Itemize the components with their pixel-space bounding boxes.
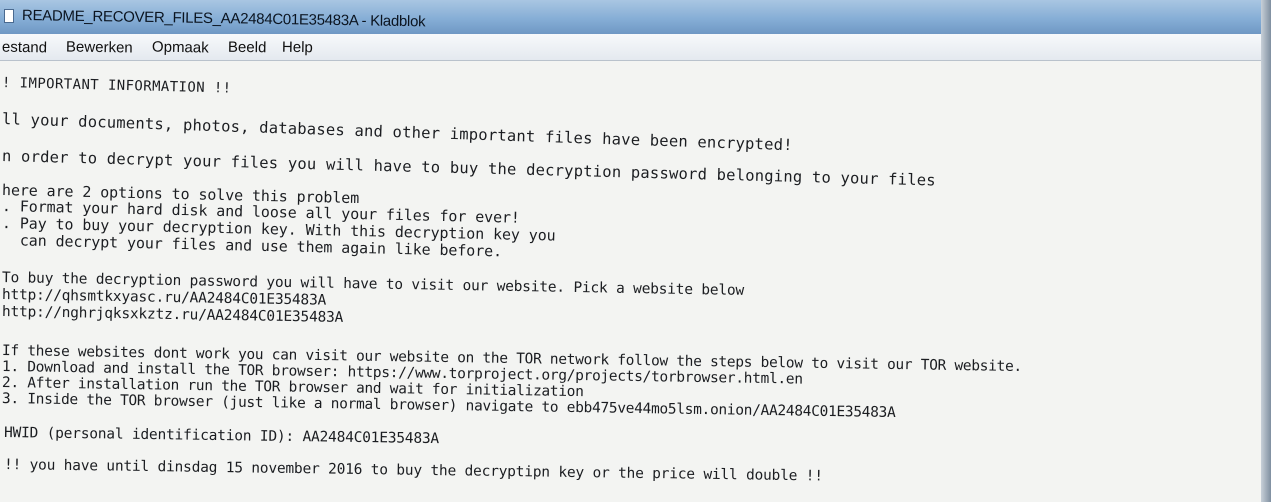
window-border bbox=[1261, 0, 1271, 502]
text-line: !! you have until dinsdag 15 november 20… bbox=[3, 457, 823, 485]
text-line: ! IMPORTANT INFORMATION !! bbox=[1, 75, 232, 97]
text-line: ll your documents, photos, databases and… bbox=[1, 110, 794, 155]
notepad-window: README_RECOVER_FILES_AA2484C01E35483A - … bbox=[0, 0, 1271, 502]
window-title: README_RECOVER_FILES_AA2484C01E35483A - … bbox=[21, 7, 426, 31]
menu-format[interactable]: Opmaak bbox=[152, 39, 209, 57]
menu-edit[interactable]: Bewerken bbox=[66, 38, 133, 56]
menu-view[interactable]: Beeld bbox=[228, 39, 267, 57]
text-line: n order to decrypt your files you will h… bbox=[1, 147, 937, 190]
menu-file[interactable]: estand bbox=[2, 39, 47, 57]
notepad-icon bbox=[4, 9, 14, 23]
text-line: HWID (personal identification ID): AA248… bbox=[3, 425, 440, 448]
menu-help[interactable]: Help bbox=[282, 39, 313, 56]
title-bar[interactable]: README_RECOVER_FILES_AA2484C01E35483A - … bbox=[0, 0, 1271, 35]
text-editor[interactable]: ! IMPORTANT INFORMATION !! ll your docum… bbox=[0, 61, 1271, 502]
menu-bar: estand Bewerken Opmaak Beeld Help bbox=[0, 34, 1271, 61]
